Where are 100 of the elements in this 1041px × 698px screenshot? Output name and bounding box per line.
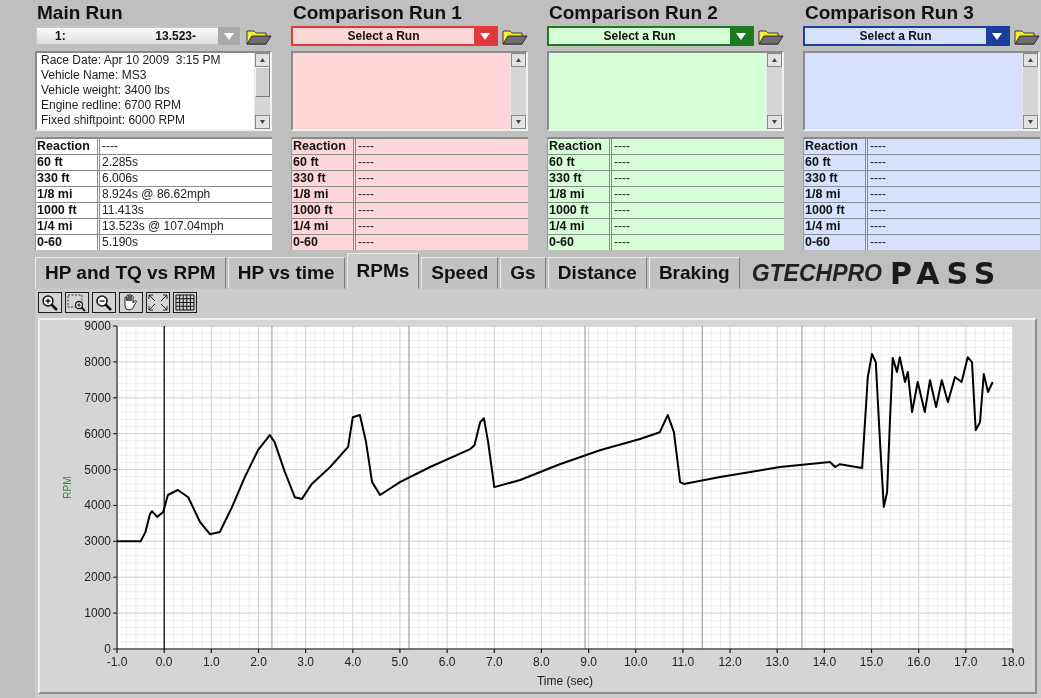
x-tick-label: -1.0 xyxy=(106,655,128,669)
run-title: Main Run xyxy=(36,1,124,24)
folder-icon[interactable] xyxy=(502,27,528,45)
tab[interactable]: Speed xyxy=(421,257,499,289)
scroll-down-icon[interactable] xyxy=(255,115,270,129)
y-tick-label: 1000 xyxy=(84,606,111,621)
zoom-in-icon[interactable] xyxy=(38,292,62,313)
row-header-cell: 330 ft xyxy=(36,171,100,187)
y-tick-label: 9000 xyxy=(84,320,111,333)
x-tick-label: 5.0 xyxy=(391,655,409,669)
y-tick-label: 0 xyxy=(104,642,111,656)
tab[interactable]: HP and TQ vs RPM xyxy=(35,257,226,289)
row-header-cell: 330 ft xyxy=(292,171,356,187)
row-header-cell: 1/8 mi xyxy=(292,187,356,203)
table-cell: ---- xyxy=(868,155,1040,171)
x-tick-label: 8.0 xyxy=(533,655,550,669)
row-header-cell: 1/4 mi xyxy=(36,219,100,235)
table-cell: 13.523s @ 107.04mph xyxy=(100,219,272,235)
x-axis-title: Time (sec) xyxy=(536,674,594,688)
row-header-cell: Reaction xyxy=(548,139,612,155)
table-cell: ---- xyxy=(612,187,784,203)
info-line: Vehicle weight: 3400 lbs xyxy=(41,83,171,98)
row-header-cell: 1000 ft xyxy=(292,203,356,219)
product-name: PASS xyxy=(890,255,1003,291)
scrollbar[interactable] xyxy=(510,53,526,129)
expand-arrows-icon[interactable] xyxy=(146,292,170,313)
run-dropdown[interactable]: Select a Run xyxy=(803,26,1010,46)
x-tick-label: 9.0 xyxy=(580,655,597,669)
row-header-cell: Reaction xyxy=(36,139,100,155)
scroll-down-icon[interactable] xyxy=(1023,115,1038,129)
tab[interactable]: Braking xyxy=(648,257,740,289)
y-tick-label: 8000 xyxy=(84,354,111,369)
scrollbar[interactable] xyxy=(254,53,270,129)
y-axis-title: RPM xyxy=(62,476,73,499)
row-header-cell: 1/4 mi xyxy=(292,219,356,235)
x-tick-label: 6.0 xyxy=(438,655,456,669)
hand-icon[interactable] xyxy=(119,292,143,313)
tab[interactable]: Distance xyxy=(547,257,647,289)
folder-icon[interactable] xyxy=(1014,27,1040,45)
table-cell: ---- xyxy=(356,219,528,235)
caret-icon[interactable] xyxy=(474,27,496,45)
table-cell: 6.006s xyxy=(100,171,272,187)
table-cell: 5.190s xyxy=(100,235,272,250)
run-dropdown[interactable]: Select a Run xyxy=(291,26,498,46)
tab[interactable]: HP vs time xyxy=(227,257,345,289)
run-dropdown[interactable]: 1: 13.523- xyxy=(35,26,242,46)
folder-icon[interactable] xyxy=(246,27,272,45)
x-tick-label: 14.0 xyxy=(812,655,837,669)
scroll-up-icon[interactable] xyxy=(511,53,526,67)
row-header-cell: 60 ft xyxy=(292,155,356,171)
scroll-down-icon[interactable] xyxy=(511,115,526,129)
row-header-cell: 1000 ft xyxy=(804,203,868,219)
row-header-cell: 330 ft xyxy=(804,171,868,187)
caret-icon[interactable] xyxy=(730,27,752,45)
row-header-cell: 60 ft xyxy=(804,155,868,171)
scroll-up-icon[interactable] xyxy=(767,53,782,67)
table-cell: ---- xyxy=(612,171,784,187)
x-tick-label: 16.0 xyxy=(907,655,931,669)
table-cell: ---- xyxy=(612,219,784,235)
x-tick-label: 13.0 xyxy=(765,655,789,669)
tab[interactable]: RPMs xyxy=(346,253,420,289)
info-line: Fixed shiftpoint: 6000 RPM xyxy=(41,113,187,128)
y-tick-label: 6000 xyxy=(84,426,111,441)
scroll-up-icon[interactable] xyxy=(1023,53,1038,67)
scrollbar-thumb[interactable] xyxy=(255,67,270,97)
row-header-cell: 60 ft xyxy=(36,155,100,171)
zoom-out-icon[interactable] xyxy=(92,292,116,313)
run-dropdown[interactable]: Select a Run xyxy=(547,26,754,46)
table-cell: ---- xyxy=(356,187,528,203)
row-header-cell: 0-60 xyxy=(548,235,612,250)
tab[interactable]: Gs xyxy=(500,257,546,289)
info-line: Vehicle Name: MS3 xyxy=(41,68,148,83)
run-title: Comparison Run 3 xyxy=(804,1,975,24)
scroll-up-icon[interactable] xyxy=(255,53,270,67)
x-tick-label: 17.0 xyxy=(954,655,978,669)
grid-icon[interactable] xyxy=(173,292,197,313)
x-tick-label: 11.0 xyxy=(671,655,695,669)
run-title: Comparison Run 1 xyxy=(292,1,463,24)
row-header-cell: 1/4 mi xyxy=(548,219,612,235)
x-tick-label: 10.0 xyxy=(624,655,648,669)
folder-icon[interactable] xyxy=(758,27,784,45)
row-header-cell: 1/8 mi xyxy=(548,187,612,203)
row-header-cell: 1/8 mi xyxy=(36,187,100,203)
y-tick-label: 4000 xyxy=(84,498,111,513)
y-tick-label: 5000 xyxy=(84,462,111,477)
row-header-cell: 330 ft xyxy=(548,171,612,187)
table-cell: ---- xyxy=(356,203,528,219)
table-cell: 11.413s xyxy=(100,203,272,219)
table-cell: ---- xyxy=(356,235,528,250)
table-cell: ---- xyxy=(356,139,528,155)
scrollbar[interactable] xyxy=(1022,53,1038,129)
row-header-cell: 60 ft xyxy=(548,155,612,171)
info-line: Engine redline: 6700 RPM xyxy=(41,98,183,113)
scrollbar[interactable] xyxy=(766,53,782,129)
scroll-down-icon[interactable] xyxy=(767,115,782,129)
x-tick-label: 7.0 xyxy=(485,655,503,669)
zoom-rectangle-icon[interactable] xyxy=(65,292,89,313)
caret-icon[interactable] xyxy=(986,27,1008,45)
x-tick-label: 0.0 xyxy=(155,655,173,669)
x-tick-label: 3.0 xyxy=(297,655,314,669)
